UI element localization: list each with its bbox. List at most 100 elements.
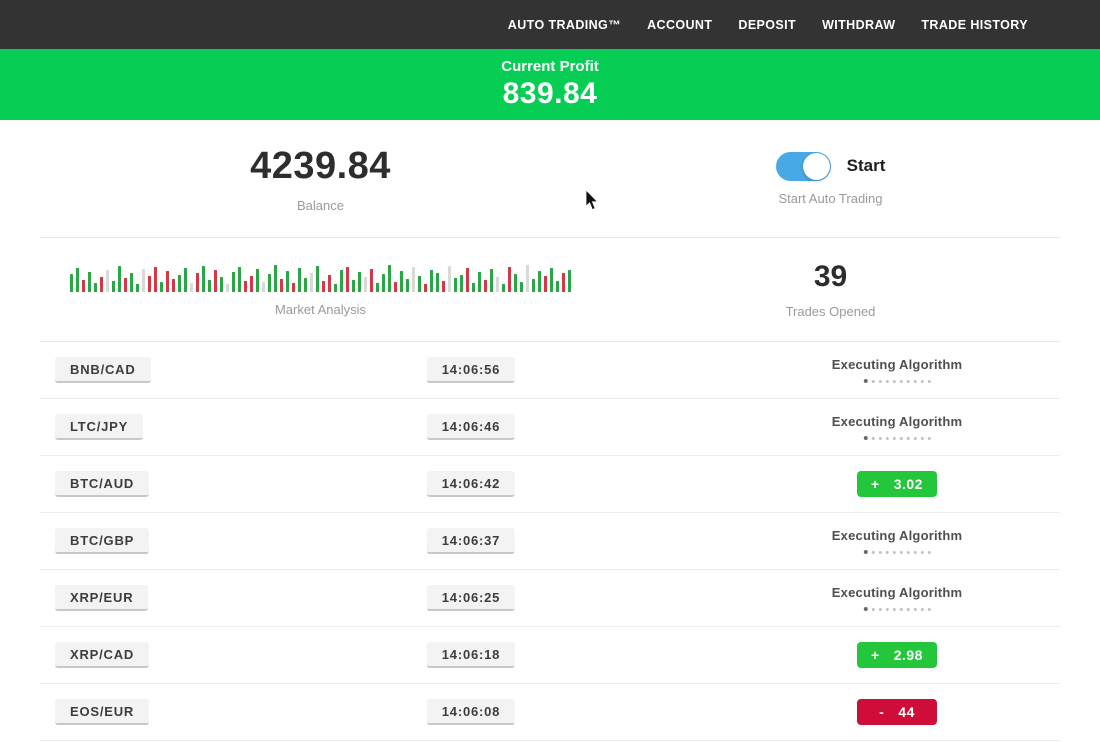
trade-time: 14:06:37 [427, 528, 515, 554]
market-bar [538, 271, 541, 292]
pair-button[interactable]: LTC/JPY [55, 414, 143, 440]
result-sign: - [879, 704, 884, 720]
market-bar [262, 282, 265, 292]
loading-dot [886, 437, 889, 440]
trade-status: Executing Algorithm [832, 414, 962, 440]
market-bar [376, 283, 379, 292]
market-bar [508, 267, 511, 292]
balance-label: Balance [297, 198, 344, 213]
trade-time: 14:06:46 [427, 414, 515, 440]
market-bar [124, 278, 127, 292]
market-bar [310, 273, 313, 292]
result-sign: + [871, 476, 880, 492]
loading-dot [921, 437, 924, 440]
balance-value: 4239.84 [250, 145, 391, 188]
trade-status: +2.98 [857, 642, 937, 668]
loading-dot [900, 608, 903, 611]
pair-button[interactable]: BNB/CAD [55, 357, 151, 383]
loading-dot [893, 437, 896, 440]
market-bar [484, 280, 487, 292]
market-bar [118, 266, 121, 292]
loss-badge: -44 [857, 699, 937, 725]
nav-item-deposit[interactable]: DEPOSIT [738, 18, 796, 32]
market-bar [190, 283, 193, 292]
pair-button[interactable]: XRP/CAD [55, 642, 149, 668]
trades-opened-label: Trades Opened [786, 304, 876, 319]
market-bar [400, 271, 403, 292]
trade-status: Executing Algorithm [832, 528, 962, 554]
pair-button[interactable]: BTC/AUD [55, 471, 149, 497]
loading-dot [879, 608, 882, 611]
market-bar [70, 274, 73, 292]
result-value: 3.02 [894, 476, 923, 492]
balance-block: 4239.84 Balance [40, 120, 601, 237]
trade-time: 14:06:25 [427, 585, 515, 611]
market-bar [172, 279, 175, 292]
market-bar [76, 268, 79, 292]
loading-dot [928, 437, 931, 440]
pair-button[interactable]: BTC/GBP [55, 528, 149, 554]
auto-trading-block: Start Start Auto Trading [601, 120, 1060, 237]
trade-status: Executing Algorithm [832, 357, 962, 383]
market-bar [106, 270, 109, 292]
market-analysis-block: Market Analysis [40, 238, 601, 341]
market-bar [460, 275, 463, 292]
market-bar [166, 271, 169, 292]
loading-dot [886, 608, 889, 611]
nav-item-trade-history[interactable]: TRADE HISTORY [921, 18, 1028, 32]
market-bar [226, 284, 229, 292]
market-bar [448, 266, 451, 292]
loading-dot [907, 380, 910, 383]
market-bar [286, 271, 289, 292]
market-bar [556, 281, 559, 292]
loading-dot [907, 437, 910, 440]
market-bar [418, 276, 421, 292]
loading-dots-indicator [864, 550, 931, 554]
executing-algorithm-label: Executing Algorithm [832, 585, 962, 600]
market-bar [334, 284, 337, 292]
market-bar [532, 279, 535, 292]
toggle-state-label: Start [847, 156, 886, 176]
loading-dot [886, 551, 889, 554]
market-bar [550, 268, 553, 292]
market-bar [412, 267, 415, 292]
market-bar [544, 276, 547, 292]
market-analysis-label: Market Analysis [275, 302, 366, 317]
profit-badge: +2.98 [857, 642, 937, 668]
executing-algorithm-label: Executing Algorithm [832, 414, 962, 429]
loading-dot [886, 380, 889, 383]
table-row: BTC/GBP 14:06:37 Executing Algorithm [40, 513, 1060, 570]
market-bar [250, 276, 253, 292]
loading-dot [879, 380, 882, 383]
loading-dot [921, 551, 924, 554]
market-bar [424, 284, 427, 292]
nav-item-withdraw[interactable]: WITHDRAW [822, 18, 895, 32]
toggle-knob [803, 153, 830, 180]
market-bar [502, 284, 505, 292]
start-auto-trading-toggle[interactable] [776, 152, 831, 181]
loading-dot [914, 551, 917, 554]
pair-button[interactable]: XRP/EUR [55, 585, 148, 611]
pair-button[interactable]: EOS/EUR [55, 699, 149, 725]
market-bar [142, 269, 145, 292]
loading-dot [872, 437, 875, 440]
market-bar [406, 279, 409, 292]
result-sign: + [871, 647, 880, 663]
market-trades-row: Market Analysis 39 Trades Opened [0, 238, 1100, 341]
table-row: BNB/CAD 14:06:56 Executing Algorithm [40, 342, 1060, 399]
loading-dot [872, 380, 875, 383]
market-bar [136, 284, 139, 292]
market-bar [346, 267, 349, 292]
market-bar [364, 277, 367, 292]
loading-dot [872, 551, 875, 554]
market-bar [388, 265, 391, 292]
trade-time: 14:06:56 [427, 357, 515, 383]
loading-dot [864, 436, 868, 440]
market-bar [220, 277, 223, 292]
market-bar [88, 272, 91, 292]
nav-item-auto-trading[interactable]: AUTO TRADING™ [508, 18, 621, 32]
nav-item-account[interactable]: ACCOUNT [647, 18, 712, 32]
table-row: EOS/EUR14:06:08-44 [40, 684, 1060, 741]
market-bar [238, 267, 241, 292]
loading-dot [928, 380, 931, 383]
